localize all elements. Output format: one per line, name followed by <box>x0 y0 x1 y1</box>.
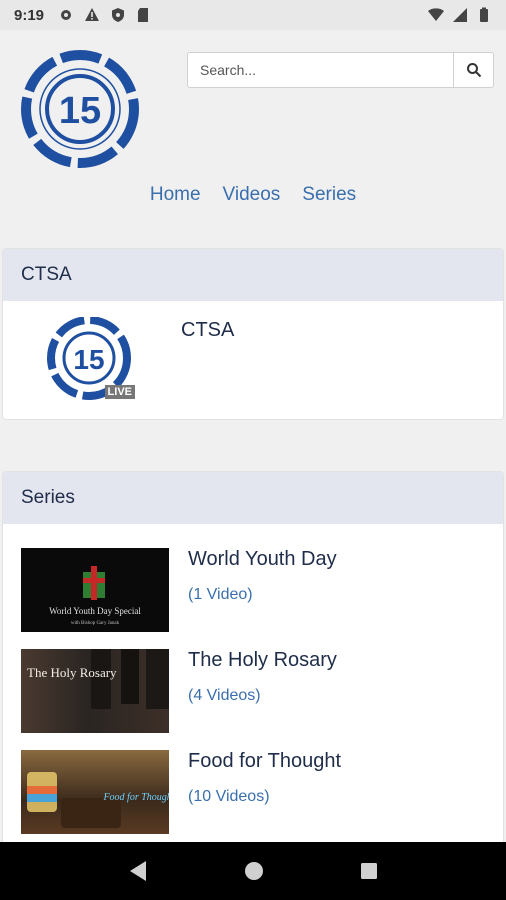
series-thumbnail[interactable]: Food for Thought <box>21 750 169 834</box>
search-box <box>187 52 494 88</box>
search-button[interactable] <box>453 53 493 87</box>
thumb-caption: The Holy Rosary <box>27 665 117 680</box>
series-thumbnail[interactable]: The Holy Rosary <box>21 649 169 733</box>
nav-videos-link[interactable]: Videos <box>223 184 281 206</box>
sd-card-icon <box>138 8 149 22</box>
status-icons-left <box>58 7 152 23</box>
logo-text: 15 <box>59 90 101 132</box>
thumb-caption: World Youth Day Special <box>49 606 141 616</box>
series-section-header: Series <box>3 472 503 524</box>
series-item[interactable]: Food for Thought Food for Thought (10 Vi… <box>3 726 503 834</box>
main-nav: Home Videos Series <box>0 184 506 206</box>
search-icon <box>466 63 481 78</box>
live-channel-item[interactable]: 15 LIVE CTSA <box>3 301 503 419</box>
nav-home-link[interactable]: Home <box>150 184 201 206</box>
live-badge: LIVE <box>104 385 135 399</box>
series-title[interactable]: World Youth Day <box>188 548 337 571</box>
live-channel-card: CTSA 15 LIVE CTSA <box>2 248 504 420</box>
status-time: 9:19 <box>14 6 45 24</box>
food-for-thought-thumb-icon: Food for Thought <box>27 772 169 828</box>
warning-icon <box>85 8 100 21</box>
channel-15-logo[interactable]: 15 <box>18 50 152 168</box>
system-nav-bar <box>0 842 506 900</box>
series-title[interactable]: Food for Thought <box>188 750 341 773</box>
shield-icon <box>112 8 125 22</box>
series-card: Series World Youth Day Special with Bish… <box>2 471 504 851</box>
battery-icon <box>480 7 488 22</box>
settings-icon <box>61 10 72 20</box>
holy-rosary-thumb-icon: The Holy Rosary <box>27 649 169 709</box>
live-section-header: CTSA <box>3 249 503 301</box>
status-icons-right <box>428 7 492 23</box>
series-item[interactable]: The Holy Rosary The Holy Rosary (4 Video… <box>3 625 503 733</box>
live-channel-thumbnail[interactable]: 15 LIVE <box>43 316 137 403</box>
back-icon[interactable] <box>128 860 148 882</box>
series-item[interactable]: World Youth Day Special with Bishop Gary… <box>3 524 503 632</box>
thumb-caption: Food for Thought <box>102 792 169 803</box>
thumb-logo-text: 15 <box>73 344 104 375</box>
series-video-count[interactable]: (4 Videos) <box>188 687 261 705</box>
series-title[interactable]: The Holy Rosary <box>188 649 337 672</box>
world-youth-day-thumb-icon: World Youth Day Special with Bishop Gary… <box>49 566 141 626</box>
recents-icon[interactable] <box>360 862 378 880</box>
search-input[interactable] <box>188 53 453 87</box>
nav-series-link[interactable]: Series <box>302 184 356 206</box>
signal-icon <box>453 8 467 22</box>
series-thumbnail[interactable]: World Youth Day Special with Bishop Gary… <box>21 548 169 632</box>
live-channel-title[interactable]: CTSA <box>181 319 234 342</box>
series-video-count[interactable]: (10 Videos) <box>188 788 270 806</box>
home-icon[interactable] <box>244 861 264 881</box>
status-bar: 9:19 <box>0 0 506 30</box>
series-video-count[interactable]: (1 Video) <box>188 586 253 604</box>
wifi-icon <box>428 8 444 21</box>
